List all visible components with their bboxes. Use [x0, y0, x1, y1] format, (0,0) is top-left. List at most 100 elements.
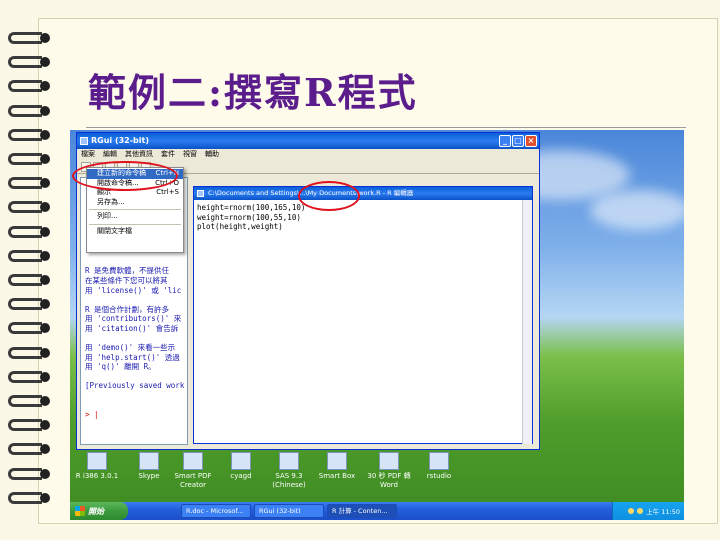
spiral-ring — [8, 320, 56, 336]
start-button[interactable]: 開始 — [70, 502, 128, 520]
ring-hole — [40, 275, 50, 285]
menu-help[interactable]: 輔助 — [205, 149, 219, 160]
tray-icon[interactable] — [628, 508, 635, 514]
spiral-ring — [8, 54, 56, 70]
code-line: plot(height,weight) — [197, 222, 283, 232]
ring-loop — [8, 128, 42, 141]
ring-loop — [8, 322, 42, 335]
ring-hole — [40, 347, 50, 358]
spiral-ring — [8, 127, 56, 143]
spiral-ring — [8, 175, 56, 191]
spiral-ring — [8, 441, 56, 457]
windows-flag-icon — [75, 506, 85, 516]
maximize-button[interactable]: □ — [512, 135, 524, 147]
file-menu-item[interactable]: 列印... — [87, 212, 183, 222]
ring-hole — [40, 250, 50, 261]
rgui-titlebar[interactable]: RGui (32-bit) _ □ × — [77, 133, 539, 149]
taskbar-item[interactable]: R 計算 - Conten... — [327, 504, 397, 518]
ring-hole — [40, 105, 50, 116]
script-editor-window: C:\Documents and Settings\...\My Documen… — [193, 186, 533, 444]
editor-titlebar[interactable]: C:\Documents and Settings\...\My Documen… — [194, 187, 532, 200]
console-line: [Previously saved work — [85, 381, 185, 391]
screenshot-desktop: R i386 3.0.1 Skype Smart PDF Creator cyagd S… — [70, 130, 684, 520]
desktop-icon-label: cyagd — [230, 472, 252, 480]
spiral-ring — [8, 199, 56, 215]
spiral-ring — [8, 78, 56, 94]
desktop-icon[interactable]: rstudio — [416, 452, 462, 481]
menu-edit[interactable]: 編輯 — [103, 149, 117, 160]
ring-hole — [40, 323, 50, 334]
desktop-icon-label: 30 秒 PDF 轉 Word — [367, 472, 411, 489]
ring-loop — [8, 346, 42, 359]
r-app-icon — [80, 137, 88, 145]
shortcut-icon — [279, 452, 299, 470]
window-controls: _ □ × — [499, 135, 537, 147]
taskbar-item[interactable]: RGui (32-bit) — [254, 504, 324, 518]
spiral-ring — [8, 248, 56, 264]
ring-hole — [40, 444, 50, 455]
minimize-button[interactable]: _ — [499, 135, 511, 147]
menu-packages[interactable]: 套件 — [161, 149, 175, 160]
desktop-icon[interactable]: SAS 9.3 (Chinese) — [266, 452, 312, 490]
ring-hole — [40, 57, 50, 68]
desktop-icon-label: Smart Box — [318, 472, 356, 480]
spiral-ring — [8, 345, 56, 361]
editor-scrollbar[interactable] — [522, 200, 532, 444]
console-line: R 是個合作計劃，有許多 — [85, 304, 170, 314]
tray-icon[interactable] — [637, 508, 644, 514]
ring-loop — [8, 395, 42, 407]
console-line: R 是免費軟體，不提供任 — [85, 266, 170, 276]
desktop-icon[interactable]: Smart Box — [314, 452, 360, 481]
editor-code-area[interactable]: height=rnorm(100,165,10) weight=rnorm(100… — [194, 200, 532, 235]
file-menu-item[interactable]: 另存為... — [87, 198, 183, 208]
spiral-ring — [8, 393, 56, 409]
menu-misc[interactable]: 其他資訊 — [125, 149, 153, 160]
shortcut-icon — [87, 452, 107, 470]
spiral-binding — [0, 30, 60, 520]
taskbar-item[interactable]: R.doc - Microsof... — [181, 504, 251, 518]
ring-loop — [8, 249, 42, 262]
file-menu-item[interactable]: 關閉文字檔 — [87, 227, 183, 237]
desktop-icon-label: rstudio — [426, 472, 452, 480]
slide-title: 範例二:撰寫R程式 — [88, 70, 418, 115]
ring-hole — [40, 420, 50, 431]
menu-item-label: 另存為... — [97, 197, 125, 206]
ring-hole — [40, 33, 50, 43]
ring-hole — [40, 202, 50, 213]
ring-hole — [40, 468, 50, 479]
ring-hole — [40, 299, 50, 310]
desktop-icon[interactable]: R i386 3.0.1 — [74, 452, 120, 481]
ring-hole — [40, 492, 50, 503]
shortcut-icon — [139, 452, 159, 470]
desktop-icon[interactable]: Skype — [126, 452, 172, 481]
ring-loop — [8, 491, 42, 504]
menu-windows[interactable]: 視窗 — [183, 149, 197, 160]
console-prompt[interactable]: > | — [85, 410, 183, 420]
ring-hole — [40, 371, 50, 382]
spiral-ring — [8, 490, 56, 506]
ring-hole — [40, 81, 50, 92]
spiral-ring — [8, 103, 56, 119]
desktop-icon[interactable]: 30 秒 PDF 轉 Word — [366, 452, 412, 490]
menu-item-label: 列印... — [97, 212, 118, 220]
r-editor-icon — [197, 190, 204, 197]
desktop-icon-label: SAS 9.3 (Chinese) — [272, 472, 306, 489]
console-line: 用 'contributors()' 來 — [85, 314, 182, 324]
console-line: 用 'license()' 或 'lic — [85, 285, 182, 295]
ring-loop — [8, 104, 42, 117]
spiral-ring — [8, 296, 56, 312]
spiral-ring — [8, 30, 56, 46]
desktop-icon[interactable]: cyagd — [218, 452, 264, 481]
start-label: 開始 — [88, 506, 104, 516]
menu-separator — [89, 209, 181, 210]
console-line: 在某些條件下您可以將其 — [85, 275, 168, 285]
close-button[interactable]: × — [525, 135, 537, 147]
console-line: 用 'demo()' 來看一些示 — [85, 343, 176, 353]
ring-hole — [40, 154, 50, 164]
menu-file[interactable]: 檔案 — [81, 149, 95, 160]
ring-hole — [40, 396, 50, 406]
desktop-icon[interactable]: Smart PDF Creator — [170, 452, 216, 490]
ring-hole — [40, 226, 50, 237]
